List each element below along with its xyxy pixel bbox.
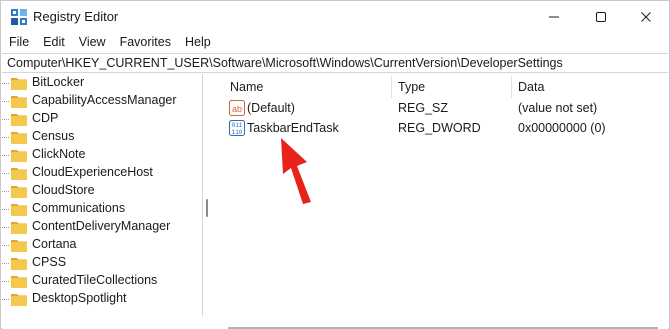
tree-item-communications[interactable]: Communications [2,200,202,218]
tree-item-label: CloudStore [32,183,95,197]
tree-item-cloudstore[interactable]: CloudStore [2,182,202,200]
value-row-taskbarendtask[interactable]: 011 110 TaskbarEndTask REG_DWORD 0x00000… [223,118,669,138]
tree-scrollbar-thumb[interactable] [206,199,208,217]
tree-item-cpss[interactable]: CPSS [2,254,202,272]
tree-connector [2,137,9,138]
tree-item-label: CuratedTileCollections [32,273,158,287]
tree-connector [2,155,9,156]
maximize-icon [596,12,606,22]
tree-connector [2,281,9,282]
tree-item-cdp[interactable]: CDP [2,110,202,128]
horizontal-scrollbar[interactable] [2,316,668,329]
maximize-button[interactable] [578,1,624,33]
menu-help[interactable]: Help [178,33,218,53]
address-bar[interactable]: Computer\HKEY_CURRENT_USER\Software\Micr… [2,53,668,73]
menu-edit[interactable]: Edit [36,33,72,53]
close-button[interactable] [623,1,669,33]
tree-item-label: CloudExperienceHost [32,165,153,179]
tree-item-label: Communications [32,201,126,215]
dword-value-icon: 011 110 [229,120,245,136]
value-type: REG_DWORD [398,121,481,135]
menu-bar: File Edit View Favorites Help [1,33,669,53]
annotation-arrow-icon [281,138,311,204]
title-bar[interactable]: Registry Editor [1,1,669,33]
string-value-icon: ab [229,100,245,116]
tree-connector [2,245,9,246]
close-icon [641,12,651,22]
key-tree-pane[interactable]: BitLocker CapabilityAccessManager CDP Ce… [2,74,203,316]
tree-item-label: CapabilityAccessManager [32,93,177,107]
tree-connector [2,263,9,264]
value-type: REG_SZ [398,101,449,115]
column-header-type[interactable]: Type [391,74,511,98]
registry-editor-window: Registry Editor File Edit View Favorites… [0,0,670,329]
svg-text:ab: ab [232,104,242,114]
minimize-button[interactable] [531,1,577,33]
tree-item-label: Census [32,129,75,143]
tree-item-desktopspotlight[interactable]: DesktopSpotlight [2,290,202,308]
value-row-default[interactable]: ab (Default) REG_SZ (value not set) [223,98,669,118]
value-name: (Default) [247,101,295,115]
tree-connector [2,227,9,228]
window-title: Registry Editor [33,9,119,24]
menu-file[interactable]: File [1,33,36,53]
value-name: TaskbarEndTask [247,121,339,135]
tree-connector [2,101,9,102]
folder-icon [11,240,27,252]
minimize-icon [549,16,559,18]
value-data: (value not set) [518,101,598,115]
column-header-name[interactable]: Name [223,74,391,98]
folder-icon [11,78,27,90]
column-header-data[interactable]: Data [511,74,669,98]
tree-item-cloudexperiencehost[interactable]: CloudExperienceHost [2,164,202,182]
tree-item-label: CDP [32,111,59,125]
value-data: 0x00000000 (0) [518,121,606,135]
tree-item-label: ClickNote [32,147,86,161]
svg-text:110: 110 [232,129,243,136]
folder-icon [11,132,27,144]
tree-item-curatedtilecollections[interactable]: CuratedTileCollections [2,272,202,290]
menu-favorites[interactable]: Favorites [113,33,178,53]
tree-item-label: ContentDeliveryManager [32,219,171,233]
tree-item-contentdeliverymanager[interactable]: ContentDeliveryManager [2,218,202,236]
tree-item-label: Cortana [32,237,77,251]
tree-item-clicknote[interactable]: ClickNote [2,146,202,164]
folder-icon [11,294,27,306]
folder-icon [11,186,27,198]
folder-icon [11,114,27,126]
tree-connector [2,299,9,300]
tree-item-census[interactable]: Census [2,128,202,146]
tree-connector [2,191,9,192]
folder-icon [11,222,27,234]
tree-connector [2,83,9,84]
folder-icon [11,204,27,216]
tree-item-label: BitLocker [32,75,85,89]
tree-item-bitlocker[interactable]: BitLocker [2,74,202,92]
folder-icon [11,276,27,288]
menu-view[interactable]: View [72,33,113,53]
tree-connector [2,173,9,174]
svg-text:011: 011 [232,122,243,129]
tree-item-cortana[interactable]: Cortana [2,236,202,254]
tree-connector [2,209,9,210]
registry-editor-app-icon [11,9,27,25]
tree-connector [2,119,9,120]
tree-item-capabilityaccessmanager[interactable]: CapabilityAccessManager [2,92,202,110]
tree-item-label: CPSS [32,255,67,269]
tree-item-label: DesktopSpotlight [32,291,127,305]
folder-icon [11,168,27,180]
folder-icon [11,96,27,108]
folder-icon [11,150,27,162]
folder-icon [11,258,27,270]
